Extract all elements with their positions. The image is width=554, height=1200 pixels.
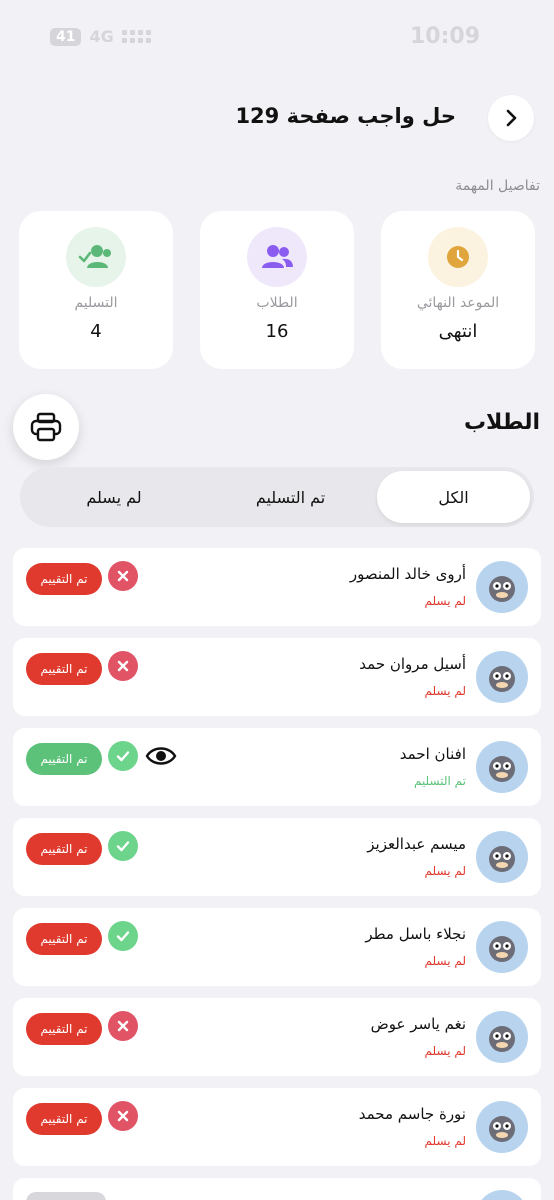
battery-icon: 41 xyxy=(50,27,82,46)
student-name: نورة جاسم محمد xyxy=(358,1105,466,1123)
avatar xyxy=(476,921,528,973)
printer-icon xyxy=(30,412,62,442)
check-circle-icon xyxy=(108,921,138,951)
grade-button[interactable]: تم التقييم xyxy=(26,1103,102,1135)
status-bar: 41 4G 10:09 xyxy=(0,0,554,76)
list-item[interactable]: أروى خالد المنصور لم يسلم تم التقييم xyxy=(13,548,541,626)
submission-status: لم يسلم xyxy=(424,1044,466,1058)
signal-icon xyxy=(121,30,151,43)
users-check-icon xyxy=(66,227,126,287)
student-name: نجلاء باسل مطر xyxy=(365,925,466,943)
avatar xyxy=(476,831,528,883)
student-name: أروى خالد المنصور xyxy=(349,565,466,583)
x-circle-icon xyxy=(108,1011,138,1041)
submission-status: لم يسلم xyxy=(424,954,466,968)
student-name: نغم ياسر عوض xyxy=(370,1015,466,1033)
submission-status: لم يسلم xyxy=(424,594,466,608)
avatar xyxy=(476,561,528,613)
x-circle-icon xyxy=(108,651,138,681)
avatar xyxy=(476,741,528,793)
grade-button[interactable]: تم التقييم xyxy=(26,1013,102,1045)
section-label: تفاصيل المهمة xyxy=(455,178,540,194)
student-name: ميسم عبدالعزيز xyxy=(367,835,466,853)
grade-button[interactable]: تم التقييم xyxy=(26,923,102,955)
grade-button[interactable]: تم التقييم xyxy=(26,833,102,865)
students-heading: الطلاب xyxy=(463,410,540,435)
eye-icon[interactable] xyxy=(144,742,178,770)
list-item[interactable]: افنان احمد تم التسليم تم التقييم xyxy=(13,728,541,806)
avatar xyxy=(476,1011,528,1063)
submission-status: لم يسلم xyxy=(424,864,466,878)
check-circle-icon xyxy=(108,741,138,771)
list-item[interactable]: نغم ياسر عوض لم يسلم تم التقييم xyxy=(13,998,541,1076)
stat-value: انتهى xyxy=(438,321,478,342)
tab-not-submitted[interactable]: لم يسلم xyxy=(24,471,204,523)
list-item[interactable]: أسيل مروان حمد لم يسلم تم التقييم xyxy=(13,638,541,716)
x-circle-icon xyxy=(108,1101,138,1131)
grade-button-partial xyxy=(26,1192,106,1200)
avatar xyxy=(476,651,528,703)
tab-all[interactable]: الكل xyxy=(377,471,530,523)
student-name: أسيل مروان حمد xyxy=(359,655,466,673)
submission-status: تم التسليم xyxy=(413,774,466,788)
stat-value: 16 xyxy=(265,321,289,342)
stat-label: التسليم xyxy=(74,295,118,311)
stat-card-submissions: التسليم 4 xyxy=(19,211,173,369)
status-icons: 41 4G xyxy=(50,27,151,46)
stat-value: 4 xyxy=(90,321,102,342)
stat-card-students: الطلاب 16 xyxy=(200,211,354,369)
list-item[interactable]: نجلاء باسل مطر لم يسلم تم التقييم xyxy=(13,908,541,986)
student-name: افنان احمد xyxy=(399,745,466,763)
filter-tabs: الكل تم التسليم لم يسلم xyxy=(20,467,534,527)
grade-button[interactable]: تم التقييم xyxy=(26,653,102,685)
check-circle-icon xyxy=(108,831,138,861)
tab-submitted[interactable]: تم التسليم xyxy=(208,471,373,523)
print-button[interactable] xyxy=(13,394,79,460)
stat-label: الموعد النهائي xyxy=(416,295,500,311)
chevron-right-icon xyxy=(506,109,517,127)
submission-status: لم يسلم xyxy=(424,684,466,698)
grade-button[interactable]: تم التقييم xyxy=(26,563,102,595)
x-circle-icon xyxy=(108,561,138,591)
submission-status: لم يسلم xyxy=(424,1134,466,1148)
list-item[interactable]: ميسم عبدالعزيز لم يسلم تم التقييم xyxy=(13,818,541,896)
back-button[interactable] xyxy=(488,95,534,141)
stat-card-deadline: الموعد النهائي انتهى xyxy=(381,211,535,369)
list-item[interactable]: نورة جاسم محمد لم يسلم تم التقييم xyxy=(13,1088,541,1166)
page-title: حل واجب صفحة 129 xyxy=(235,104,456,128)
stat-label: الطلاب xyxy=(256,295,298,311)
clock-time: 10:09 xyxy=(409,24,480,49)
avatar xyxy=(476,1101,528,1153)
users-icon xyxy=(247,227,307,287)
network-label: 4G xyxy=(89,27,114,46)
grade-button[interactable]: تم التقييم xyxy=(26,743,102,775)
clock-icon xyxy=(428,227,488,287)
